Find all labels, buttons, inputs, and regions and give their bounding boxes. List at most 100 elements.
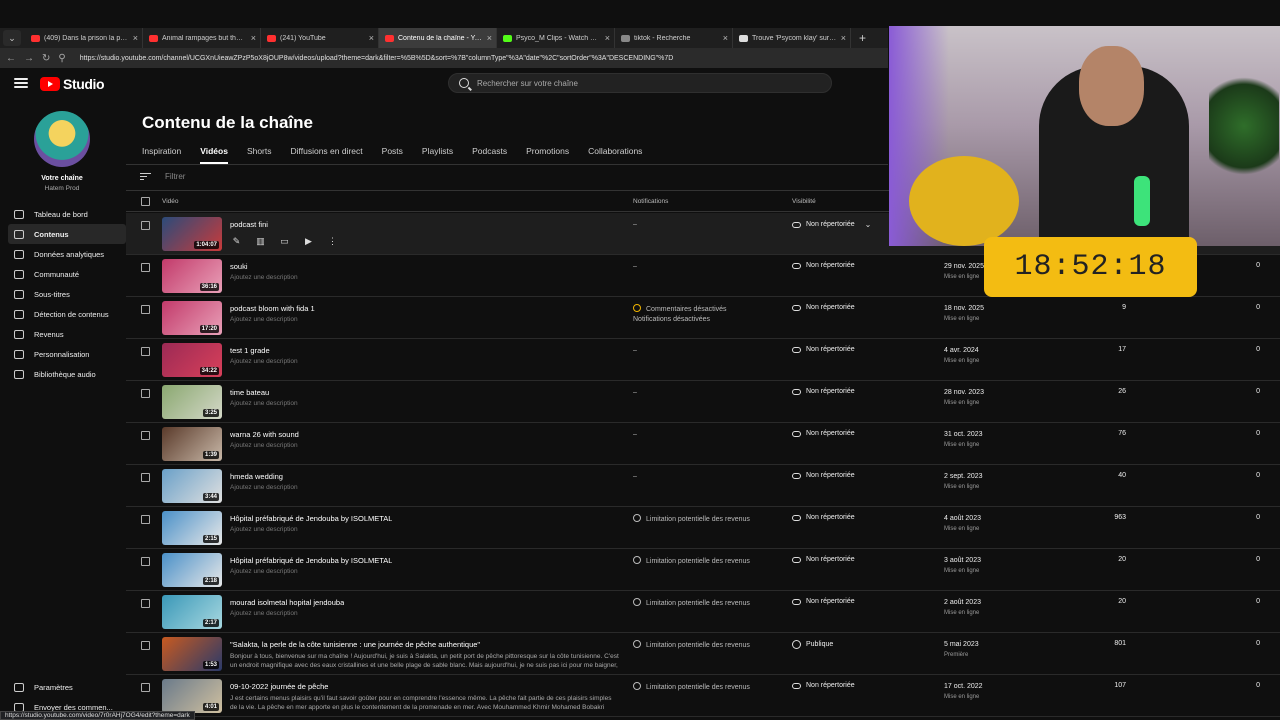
close-tab-icon[interactable]: × <box>841 33 846 43</box>
table-row[interactable]: 2:17 mourad isolmetal hopital jendouba Ajo… <box>126 591 1280 633</box>
tab-playlists[interactable]: Playlists <box>422 146 453 164</box>
filter-bar[interactable]: Filtrer <box>140 172 185 181</box>
table-row[interactable]: 17:20 podcast bloom with fida 1 Ajoutez un… <box>126 297 1280 339</box>
video-title[interactable]: podcast fini <box>230 220 268 229</box>
video-description[interactable]: Ajoutez une description <box>230 484 298 491</box>
visibility-cell[interactable]: Non répertoriée <box>792 556 855 563</box>
column-notifications[interactable]: Notifications <box>633 198 668 205</box>
table-row[interactable]: 4:01 09-10-2022 journée de pêche J est cer… <box>126 675 1280 717</box>
tab-posts[interactable]: Posts <box>382 146 403 164</box>
table-row[interactable]: 2:18 Hôpital préfabriqué de Jendouba by I… <box>126 549 1280 591</box>
video-title[interactable]: souki <box>230 262 248 271</box>
close-tab-icon[interactable]: × <box>251 33 256 43</box>
tab-search-button[interactable]: ⌄ <box>3 30 21 46</box>
video-title[interactable]: 09-10-2022 journée de pêche <box>230 682 328 691</box>
channel-avatar[interactable] <box>34 111 90 167</box>
forward-icon[interactable]: → <box>24 53 34 64</box>
row-checkbox[interactable] <box>141 683 150 692</box>
analytics-icon[interactable]: ▥ <box>254 236 267 247</box>
close-tab-icon[interactable]: × <box>487 33 492 43</box>
select-all-checkbox[interactable] <box>141 197 150 206</box>
tab-shorts[interactable]: Shorts <box>247 146 272 164</box>
browser-tab[interactable]: Animal rampages but they get inc × <box>143 28 261 48</box>
table-row[interactable]: 3:44 hmeda wedding Ajoutez une description… <box>126 465 1280 507</box>
visibility-cell[interactable]: Non répertoriée <box>792 430 855 437</box>
row-checkbox[interactable] <box>141 305 150 314</box>
reload-icon[interactable]: ↻ <box>42 53 50 64</box>
visibility-cell[interactable]: Non répertoriée <box>792 388 855 395</box>
video-title[interactable]: test 1 grade <box>230 346 270 355</box>
row-checkbox[interactable] <box>141 389 150 398</box>
row-checkbox[interactable] <box>141 221 150 230</box>
visibility-cell[interactable]: Publique <box>792 640 833 649</box>
video-title[interactable]: "Salakta, la perle de la côte tunisienne… <box>230 640 480 649</box>
visibility-cell[interactable]: Non répertoriée <box>792 346 855 353</box>
visibility-cell[interactable]: Non répertoriée ⌄ <box>792 220 871 229</box>
youtube-icon[interactable]: ▶ <box>302 236 315 247</box>
video-description[interactable]: Ajoutez une description <box>230 316 298 323</box>
sidebar-item[interactable]: Sous-titres <box>8 284 126 304</box>
table-row[interactable]: 2:15 Hôpital préfabriqué de Jendouba by I… <box>126 507 1280 549</box>
video-title[interactable]: warna 26 with sound <box>230 430 299 439</box>
close-tab-icon[interactable]: × <box>133 33 138 43</box>
visibility-cell[interactable]: Non répertoriée <box>792 598 855 605</box>
video-thumbnail[interactable]: 1:39 <box>162 427 222 461</box>
comments-icon[interactable]: ▭ <box>278 236 291 247</box>
browser-tab[interactable]: (409) Dans la prison la plus surpe × <box>25 28 143 48</box>
video-thumbnail[interactable]: 2:18 <box>162 553 222 587</box>
filter-icon[interactable] <box>140 172 151 181</box>
visibility-cell[interactable]: Non répertoriée <box>792 514 855 521</box>
close-tab-icon[interactable]: × <box>723 33 728 43</box>
url-text[interactable]: https://studio.youtube.com/channel/UCGXn… <box>80 55 674 62</box>
video-description[interactable]: Ajoutez une description <box>230 568 298 575</box>
video-description[interactable]: Ajoutez une description <box>230 274 298 281</box>
tab-vidéos[interactable]: Vidéos <box>200 146 228 164</box>
tab-diffusions-en-direct[interactable]: Diffusions en direct <box>291 146 363 164</box>
column-visibility[interactable]: Visibilité <box>792 198 816 205</box>
video-thumbnail[interactable]: 4:01 <box>162 679 222 713</box>
video-thumbnail[interactable]: 1:04:07 <box>162 217 222 251</box>
sidebar-item[interactable]: Revenus <box>8 324 126 344</box>
sidebar-item[interactable]: Données analytiques <box>8 244 126 264</box>
visibility-cell[interactable]: Non répertoriée <box>792 262 855 269</box>
visibility-cell[interactable]: Non répertoriée <box>792 682 855 689</box>
sidebar-item[interactable]: Tableau de bord <box>8 204 126 224</box>
tab-podcasts[interactable]: Podcasts <box>472 146 507 164</box>
table-row[interactable]: 1:53 "Salakta, la perle de la côte tunisi… <box>126 633 1280 675</box>
video-thumbnail[interactable]: 34:22 <box>162 343 222 377</box>
channel-search[interactable]: Rechercher sur votre chaîne <box>448 73 832 93</box>
sidebar-item[interactable]: Communauté <box>8 264 126 284</box>
row-checkbox[interactable] <box>141 473 150 482</box>
browser-tab[interactable]: (241) YouTube × <box>261 28 379 48</box>
settings-item[interactable]: Paramètres <box>8 677 126 697</box>
table-row[interactable]: 1:39 warna 26 with sound Ajoutez une descr… <box>126 423 1280 465</box>
video-title[interactable]: podcast bloom with fida 1 <box>230 304 315 313</box>
video-thumbnail[interactable]: 2:17 <box>162 595 222 629</box>
new-tab-button[interactable]: + <box>851 31 874 45</box>
video-description[interactable]: Ajoutez une description <box>230 526 298 533</box>
address-bar[interactable]: ← → ↻ ⚲ https://studio.youtube.com/chann… <box>0 48 888 68</box>
tab-inspiration[interactable]: Inspiration <box>142 146 181 164</box>
video-title[interactable]: time bateau <box>230 388 269 397</box>
close-tab-icon[interactable]: × <box>605 33 610 43</box>
column-video[interactable]: Vidéo <box>162 198 179 205</box>
tab-collaborations[interactable]: Collaborations <box>588 146 642 164</box>
chevron-down-icon[interactable]: ⌄ <box>865 220 872 229</box>
browser-tab[interactable]: Trouve 'Psycom klay' sur TikTok | × <box>733 28 851 48</box>
video-thumbnail[interactable]: 2:15 <box>162 511 222 545</box>
row-checkbox[interactable] <box>141 641 150 650</box>
row-checkbox[interactable] <box>141 347 150 356</box>
visibility-cell[interactable]: Non répertoriée <box>792 472 855 479</box>
video-title[interactable]: Hôpital préfabriqué de Jendouba by ISOLM… <box>230 556 392 565</box>
video-thumbnail[interactable]: 3:44 <box>162 469 222 503</box>
site-info-icon[interactable]: ⚲ <box>58 53 65 64</box>
table-row[interactable]: 34:22 test 1 grade Ajoutez une description… <box>126 339 1280 381</box>
filter-input[interactable]: Filtrer <box>165 172 185 181</box>
row-checkbox[interactable] <box>141 263 150 272</box>
browser-tab[interactable]: Psyco_M Clips - Watch Live on Ki × <box>497 28 615 48</box>
sidebar-item[interactable]: Personnalisation <box>8 344 126 364</box>
row-checkbox[interactable] <box>141 557 150 566</box>
video-description[interactable]: Ajoutez une description <box>230 610 298 617</box>
video-title[interactable]: hmeda wedding <box>230 472 283 481</box>
video-description[interactable]: Ajoutez une description <box>230 400 298 407</box>
